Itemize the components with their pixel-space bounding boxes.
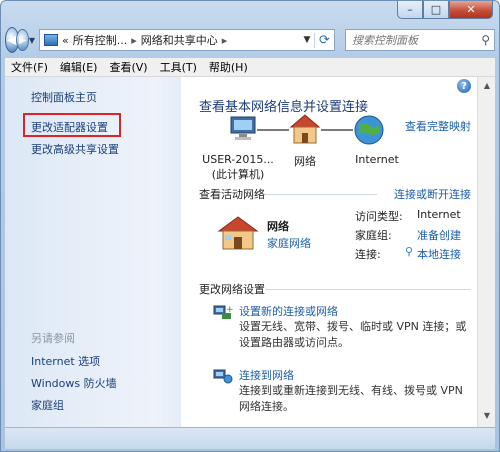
status-bar [5,427,495,449]
address-overflow[interactable]: « [62,34,69,47]
windows-firewall-link[interactable]: Windows 防火墙 [31,375,117,391]
network-map [230,114,384,145]
main-content: ? 查看基本网络信息并设置连接 查看完整映射 USER-2015... (此计算… [181,77,477,427]
address-bar[interactable]: « 所有控制... ▸ 网络和共享中心 ▸ ▼ ⟳ [39,29,335,51]
breadcrumb-all-control-panel[interactable]: 所有控制... [73,32,128,48]
close-button[interactable]: ✕ [449,1,493,19]
this-computer-caption: (此计算机) [211,168,265,181]
menu-view[interactable]: 查看(V) [103,59,153,75]
help-icon[interactable]: ? [457,79,471,93]
active-networks-header: 查看活动网络 [199,188,265,201]
menu-file[interactable]: 文件(F) [5,59,54,75]
network-name: 网络 [267,220,289,233]
maximize-button[interactable]: □ [423,1,449,19]
internet-node-label: Internet [355,153,399,166]
see-also-heading: 另请参阅 [31,332,75,345]
homegroup-link[interactable]: 家庭组 [31,397,64,413]
search-icon[interactable]: ⚲ [481,33,490,47]
connect-to-network-icon [213,369,233,384]
change-adapter-settings-link[interactable]: 更改适配器设置 [31,119,108,135]
house-network-icon [289,114,321,144]
new-connection-icon: + [213,305,233,319]
access-type-label: 访问类型: [355,210,403,223]
breadcrumb-separator[interactable]: ▸ [222,34,228,47]
connect-to-network-link[interactable]: 连接到网络 [239,367,294,383]
control-panel-window: – □ ✕ ◀ ▶ ▼ « 所有控制... ▸ 网络和共享中心 ▸ ▼ ⟳ ⚲ … [0,0,500,452]
connect-to-network-description: 连接到或重新连接到无线、有线、拨号或 VPN 网络连接。 [239,384,463,413]
menu-tools[interactable]: 工具(T) [154,59,203,75]
access-type-value: Internet [417,208,461,221]
vertical-scrollbar[interactable]: ▲ ▼ [477,77,495,427]
section-divider [265,194,377,195]
setup-new-connection-link[interactable]: 设置新的连接或网络 [239,303,338,319]
view-full-map-link[interactable]: 查看完整映射 [405,118,471,134]
scroll-up-icon[interactable]: ▲ [480,79,494,93]
scroll-down-icon[interactable]: ▼ [480,409,494,423]
local-connection-link[interactable]: 本地连接 [417,246,461,262]
menu-bar: 文件(F) 编辑(E) 查看(V) 工具(T) 帮助(H) [5,58,495,77]
connect-disconnect-link[interactable]: 连接或断开连接 [394,186,471,202]
control-panel-home-link[interactable]: 控制面板主页 [31,89,97,105]
breadcrumb-separator[interactable]: ▸ [131,34,137,47]
forward-arrow-icon: ▶ [18,34,27,46]
internet-options-link[interactable]: Internet 选项 [31,353,100,369]
home-network-link[interactable]: 家庭网络 [267,235,311,251]
this-computer-label: USER-2015... (此计算机) [199,153,277,182]
homegroup-ready-link[interactable]: 准备创建 [417,227,461,243]
menu-edit[interactable]: 编辑(E) [54,59,104,75]
left-task-pane: 控制面板主页 更改适配器设置 更改高级共享设置 另请参阅 Internet 选项… [5,77,181,427]
local-connection-icon: ⚲ [405,245,414,258]
address-dropdown-icon[interactable]: ▼ [300,35,314,45]
globe-icon [354,115,384,145]
menu-help[interactable]: 帮助(H) [203,59,254,75]
forward-button[interactable]: ▶ [16,29,29,51]
refresh-icon[interactable]: ⟳ [314,32,334,48]
svg-text:+: + [226,305,233,315]
section-divider [265,289,471,290]
control-panel-icon [44,34,58,46]
network-node-label: 网络 [294,155,316,168]
minimize-button[interactable]: – [397,1,423,19]
connection-label: 连接: [355,248,381,261]
setup-new-connection-description: 设置无线、宽带、拨号、临时或 VPN 连接；或设置路由器或访问点。 [239,320,467,349]
recent-pages-dropdown[interactable]: ▼ [29,36,35,45]
house-network-icon [217,216,259,250]
search-input[interactable] [352,33,472,47]
computer-icon [230,116,256,140]
search-box[interactable]: ⚲ [345,29,495,51]
caption-buttons: – □ ✕ [397,1,493,19]
homegroup-label: 家庭组: [355,229,392,242]
change-network-settings-header: 更改网络设置 [199,283,265,296]
computer-name: USER-2015... [202,153,274,166]
breadcrumb-network-sharing-center[interactable]: 网络和共享中心 [141,32,218,48]
change-advanced-sharing-link[interactable]: 更改高级共享设置 [31,141,119,157]
navigation-bar: ◀ ▶ ▼ « 所有控制... ▸ 网络和共享中心 ▸ ▼ ⟳ ⚲ [5,25,495,55]
